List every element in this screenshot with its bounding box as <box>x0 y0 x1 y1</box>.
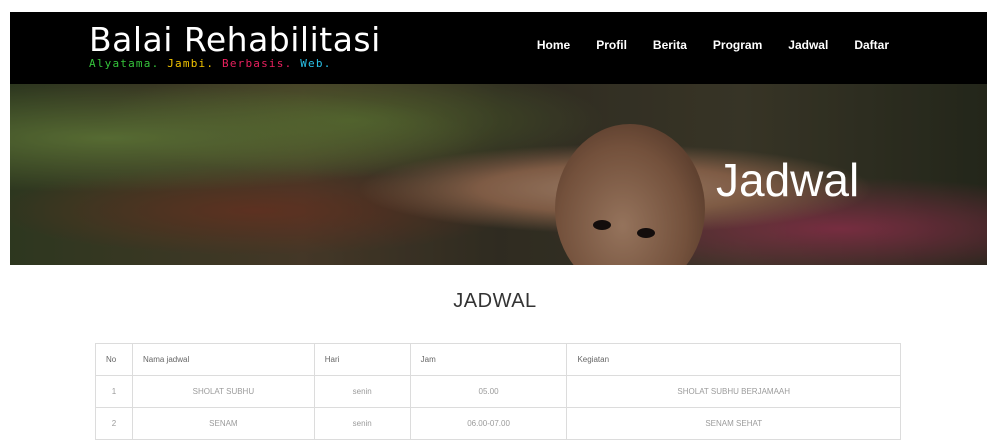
hero-banner: Jadwal <box>10 84 987 265</box>
nav-berita[interactable]: Berita <box>653 38 687 52</box>
nav-program[interactable]: Program <box>713 38 762 52</box>
col-header-kegiatan: Kegiatan <box>566 343 901 376</box>
cell-nama-jadwal: SENAM <box>131 407 315 440</box>
brand[interactable]: Balai Rehabilitasi Alyatama. Jambi. Berb… <box>89 20 381 70</box>
cell-hari: senin <box>313 375 411 408</box>
tagline-word: Web. <box>300 57 332 70</box>
table-row: 2 SENAM senin 06.00-07.00 SENAM SEHAT <box>95 407 901 440</box>
main-menu: Home Profil Berita Program Jadwal Daftar <box>511 38 889 52</box>
schedule-table: No Nama jadwal Hari Jam Kegiatan 1 SHOLA… <box>95 343 901 440</box>
tagline-word: Alyatama. <box>89 57 160 70</box>
col-header-nama-jadwal: Nama jadwal <box>131 343 315 376</box>
nav-home[interactable]: Home <box>537 38 570 52</box>
col-header-hari: Hari <box>313 343 411 376</box>
cell-no: 2 <box>95 407 133 440</box>
col-header-jam: Jam <box>409 343 568 376</box>
table-header-row: No Nama jadwal Hari Jam Kegiatan <box>95 343 901 376</box>
cell-jam: 06.00-07.00 <box>409 407 568 440</box>
window-top-margin <box>0 0 990 12</box>
nav-profil[interactable]: Profil <box>596 38 627 52</box>
page-title: JADWAL <box>453 290 537 312</box>
cell-nama-jadwal: SHOLAT SUBHU <box>131 375 315 408</box>
brand-title: Balai Rehabilitasi <box>89 20 381 59</box>
cell-no: 1 <box>95 375 133 408</box>
nav-jadwal[interactable]: Jadwal <box>788 38 828 52</box>
cell-jam: 05.00 <box>409 375 568 408</box>
tagline-word: Jambi. <box>167 57 215 70</box>
col-header-no: No <box>95 343 133 376</box>
tagline-word: Berbasis. <box>222 57 293 70</box>
hero-title: Jadwal <box>716 154 860 206</box>
cell-kegiatan: SENAM SEHAT <box>566 407 901 440</box>
top-navbar: Balai Rehabilitasi Alyatama. Jambi. Berb… <box>10 12 987 84</box>
nav-daftar[interactable]: Daftar <box>854 38 889 52</box>
cell-kegiatan: SHOLAT SUBHU BERJAMAAH <box>566 375 901 408</box>
cell-hari: senin <box>313 407 411 440</box>
table-row: 1 SHOLAT SUBHU senin 05.00 SHOLAT SUBHU … <box>95 375 901 408</box>
